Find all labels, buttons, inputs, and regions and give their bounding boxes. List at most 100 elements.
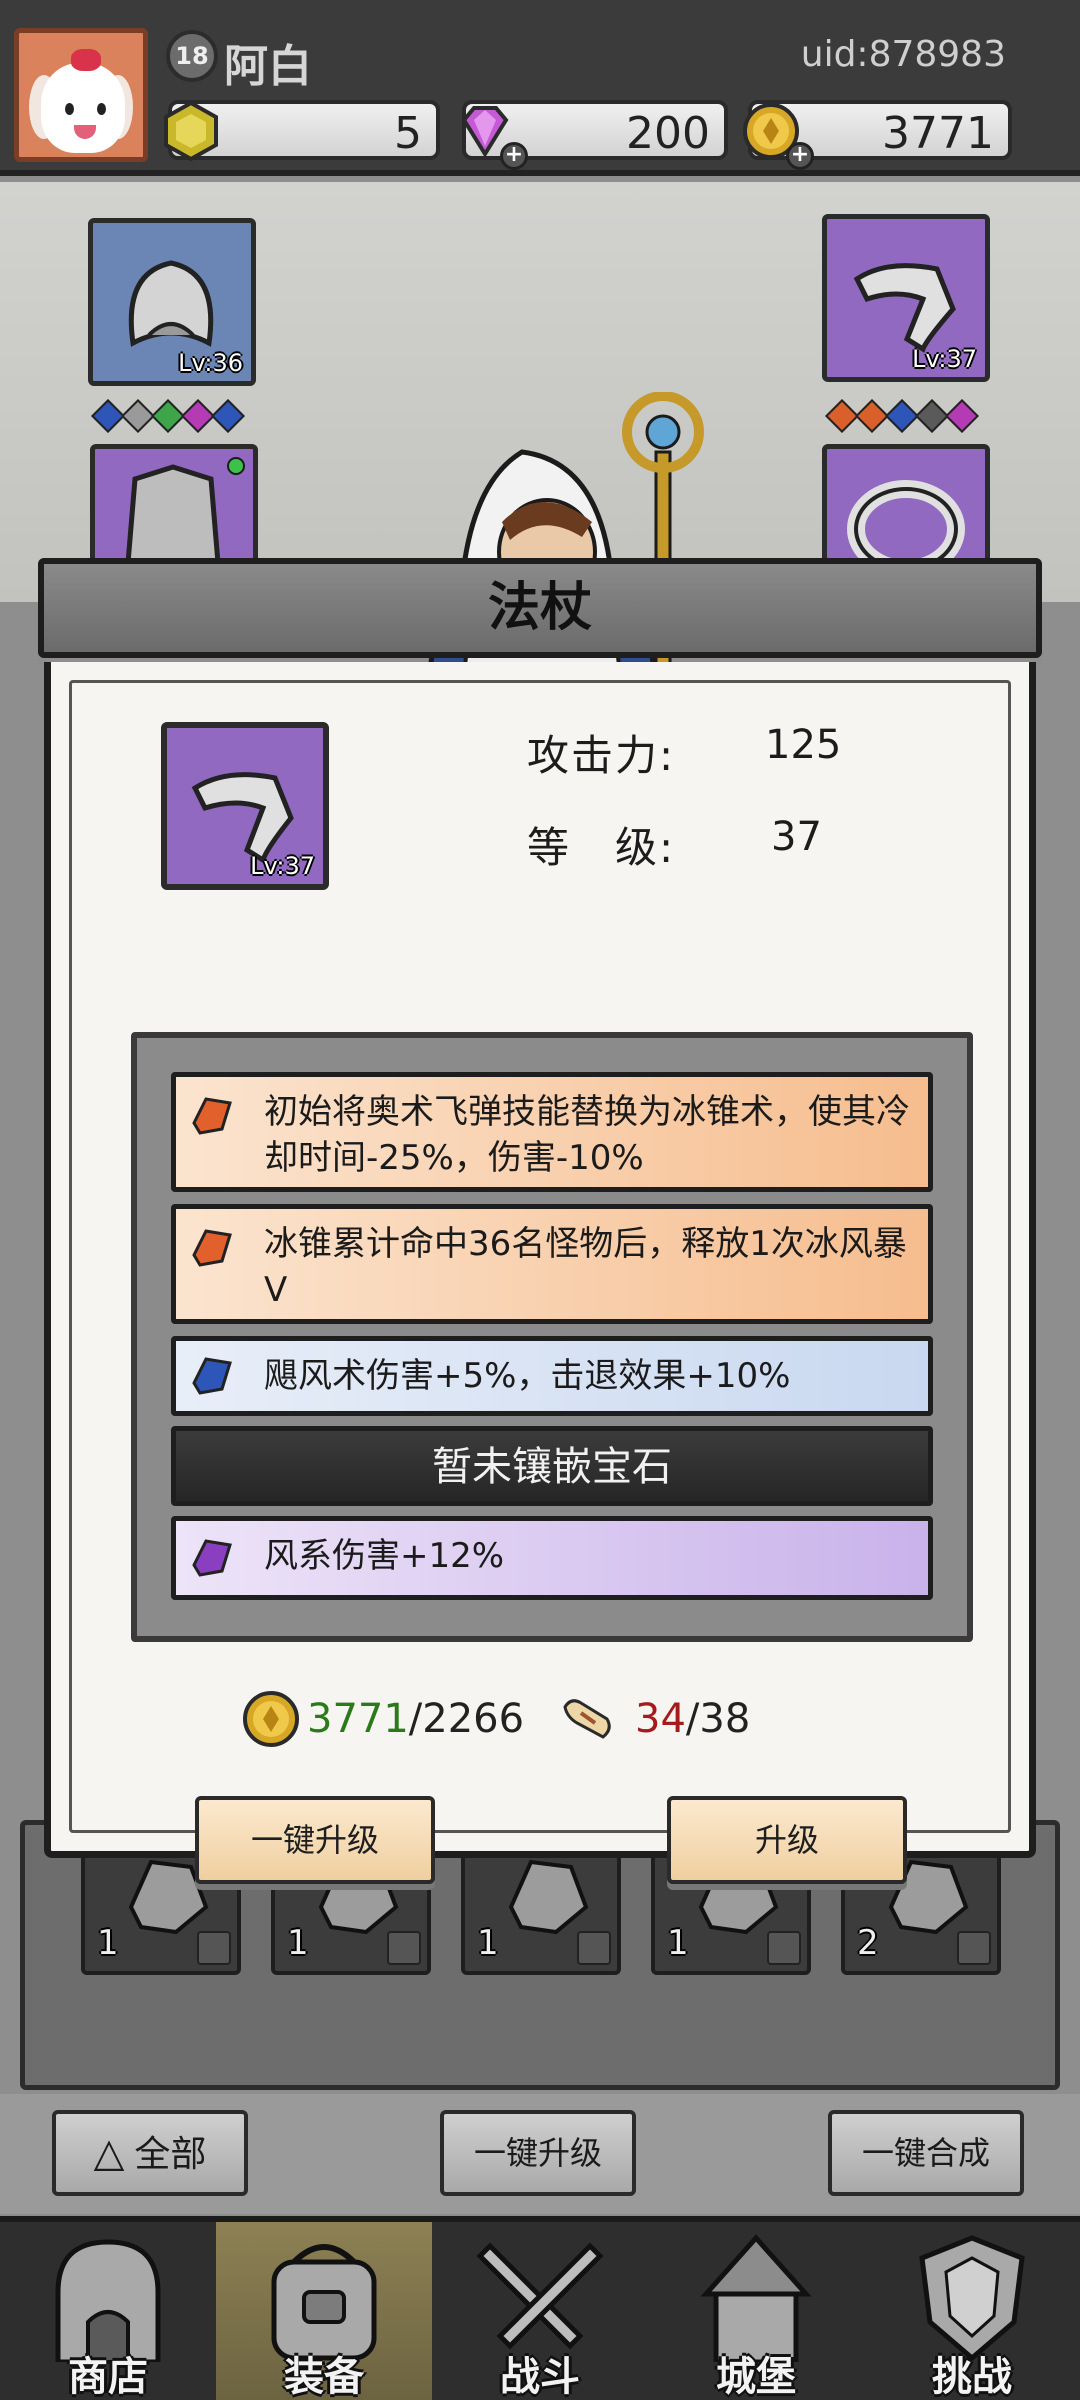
equip-type-tag-icon	[387, 1931, 421, 1965]
auto-upgrade-button[interactable]: 一键升级	[195, 1796, 435, 1884]
shop-icon	[55, 2239, 161, 2362]
affix-text: 风系伤害+12%	[264, 1536, 505, 1576]
dialog-body: Lv:37 攻击力: 125 等 级: 37 初始将奥术飞弹技能替换为冰锥术，使…	[44, 662, 1036, 1884]
currency-hexagon-token: 5	[164, 100, 440, 162]
bulk-merge-button[interactable]: 一键合成	[828, 2110, 1024, 2196]
orange-gem-icon	[192, 1229, 232, 1267]
nav-shop-label: 商店	[68, 2354, 148, 2400]
affix-text: 初始将奥术飞弹技能替换为冰锥术，使其冷却时间-25%，伤害-10%	[264, 1092, 910, 1178]
top-bar: 18 阿白 uid:878983 5 + 200 + 3771	[0, 0, 1080, 176]
new-indicator-dot	[227, 457, 245, 475]
equip-type-tag-icon	[767, 1931, 801, 1965]
currency-gold-value: 3771	[882, 108, 994, 159]
hero-area: Lv:36 Lv:37	[0, 182, 1080, 784]
gold-cost: 3771/2266	[241, 1684, 524, 1754]
affix-slot[interactable]: 初始将奥术飞弹技能替换为冰锥术，使其冷却时间-25%，伤害-10%	[171, 1072, 933, 1192]
inventory-count: 1	[287, 1923, 309, 1963]
weapon-gem-row	[825, 399, 979, 433]
gem-icon	[915, 399, 949, 433]
avatar-eye-left	[65, 103, 74, 115]
nav-equipment[interactable]: 装备	[216, 2222, 432, 2400]
currency-gold: + 3771	[743, 100, 1012, 170]
bulk-upgrade-button[interactable]: 一键升级	[440, 2110, 636, 2196]
equip-slot-weapon[interactable]: Lv:37	[822, 214, 990, 382]
gem-icon	[825, 399, 859, 433]
nav-castle[interactable]: 城堡	[648, 2222, 864, 2400]
shield-icon	[919, 2235, 1025, 2362]
avatar-eye-right	[97, 103, 106, 115]
upgrade-button[interactable]: 升级	[667, 1796, 907, 1884]
affix-slot[interactable]: 飓风术伤害+5%，击退效果+10%	[171, 1336, 933, 1416]
gold-need: /2266	[408, 1696, 525, 1742]
item-level: Lv:37	[250, 852, 315, 880]
nav-shop[interactable]: 商店	[0, 2222, 216, 2400]
nav-battle-label: 战斗	[500, 2354, 580, 2400]
affix-panel: 初始将奥术飞弹技能替换为冰锥术，使其冷却时间-25%，伤害-10% 冰锥累计命中…	[131, 1032, 973, 1642]
affix-text: 冰锥累计命中36名怪物后，释放1次冰风暴V	[264, 1224, 907, 1310]
equip-slot-weapon-level: Lv:37	[912, 345, 977, 373]
stat-level-value: 37	[771, 814, 822, 860]
filter-all-label: 全部	[134, 2134, 207, 2175]
gem-icon	[211, 399, 245, 433]
gem-icon	[945, 399, 979, 433]
player-avatar[interactable]	[14, 28, 148, 162]
inventory-actions: △ 全部 一键升级 一键合成	[0, 2094, 1080, 2214]
equip-slot-helmet-level: Lv:36	[178, 349, 243, 377]
currency-hexagon-token-value: 5	[394, 108, 422, 159]
bottom-nav: 商店 装备 战斗 城堡 挑战	[0, 2216, 1080, 2400]
avatar-head	[41, 63, 125, 153]
stat-attack-value: 125	[765, 722, 842, 768]
equip-slot-helmet[interactable]: Lv:36	[88, 218, 256, 386]
empty-gem-slot[interactable]: 暂未镶嵌宝石	[171, 1426, 933, 1506]
affix-slot[interactable]: 冰锥累计命中36名怪物后，释放1次冰风暴V	[171, 1204, 933, 1324]
filter-triangle-icon: △	[93, 2130, 125, 2176]
currency-diamond-value: 200	[626, 108, 710, 159]
stat-attack-label: 攻击力:	[527, 731, 676, 780]
equip-type-tag-icon	[197, 1931, 231, 1965]
inventory-count: 1	[667, 1923, 689, 1963]
player-level-badge: 18	[166, 30, 218, 82]
empty-slot-text: 暂未镶嵌宝石	[432, 1444, 672, 1490]
dialog-title-bar: 法杖	[38, 558, 1042, 658]
orange-gem-icon	[192, 1097, 232, 1135]
affix-text: 飓风术伤害+5%，击退效果+10%	[264, 1356, 791, 1396]
equip-type-tag-icon	[577, 1931, 611, 1965]
nav-challenge[interactable]: 挑战	[864, 2222, 1080, 2400]
blue-gem-icon	[192, 1357, 232, 1395]
nav-battle[interactable]: 战斗	[432, 2222, 648, 2400]
player-uid: uid:878983	[800, 34, 1006, 75]
gem-icon	[885, 399, 919, 433]
filter-all-button[interactable]: △ 全部	[52, 2110, 248, 2196]
scroll-have: 34	[635, 1696, 686, 1742]
item-detail-dialog: 法杖 Lv:37 攻击力: 125 等 级: 37 初始将奥术飞弹技能替换为冰锥…	[38, 558, 1042, 1884]
scroll-cost: 34/38	[557, 1684, 750, 1754]
gold-have: 3771	[307, 1696, 409, 1742]
hexagon-token-icon	[164, 100, 218, 162]
gold-coin-icon	[243, 1691, 299, 1747]
gem-icon	[151, 399, 185, 433]
nav-castle-label: 城堡	[716, 2354, 796, 2400]
gem-icon	[855, 399, 889, 433]
add-diamond-button[interactable]: +	[500, 142, 528, 170]
add-gold-button[interactable]: +	[786, 142, 814, 170]
backpack-icon	[271, 2244, 377, 2361]
currency-diamond: + 200	[461, 100, 728, 170]
gem-icon	[91, 399, 125, 433]
helmet-gem-row	[91, 399, 245, 433]
ore-stone-icon	[508, 1859, 589, 1935]
gem-icon	[121, 399, 155, 433]
player-name: 阿白	[224, 41, 312, 92]
scroll-icon	[563, 1699, 611, 1739]
item-preview: Lv:37	[161, 722, 329, 890]
crossed-swords-icon	[476, 2242, 604, 2350]
inventory-count: 1	[477, 1923, 499, 1963]
affix-slot[interactable]: 风系伤害+12%	[171, 1516, 933, 1600]
dialog-title: 法杖	[487, 578, 592, 638]
nav-equipment-label: 装备	[284, 2354, 364, 2400]
equip-type-tag-icon	[957, 1931, 991, 1965]
avatar-bow	[71, 49, 101, 71]
inventory-count: 1	[97, 1923, 119, 1963]
gem-icon	[181, 399, 215, 433]
inventory-count: 2	[857, 1923, 879, 1963]
stat-level-label: 等 级:	[527, 823, 676, 872]
